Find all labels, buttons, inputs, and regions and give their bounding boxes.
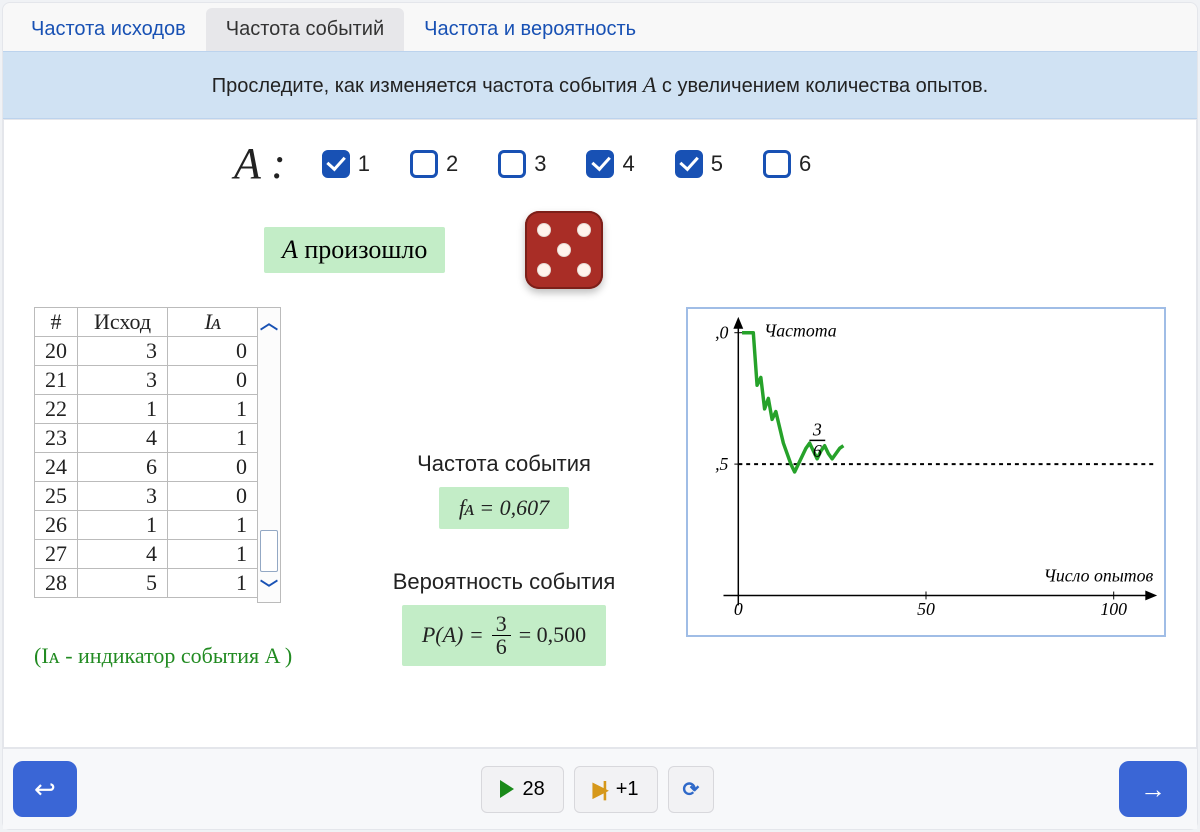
table-row: 2741 <box>35 540 258 569</box>
play-button[interactable]: 28 <box>481 766 563 813</box>
frequency-value: fᴀ = 0,607 <box>439 487 569 529</box>
outcome-checkbox-5[interactable]: 5 <box>675 150 723 178</box>
svg-text:100: 100 <box>1100 599 1127 619</box>
bottom-bar: ↩ 28 ▶| +1 ⟳ → <box>3 748 1197 829</box>
table-row: 2130 <box>35 366 258 395</box>
table-row: 2530 <box>35 482 258 511</box>
table-row: 2341 <box>35 424 258 453</box>
task-banner: Проследите, как изменяется частота событ… <box>3 51 1197 119</box>
step-button[interactable]: ▶| +1 <box>574 766 658 813</box>
svg-text:3: 3 <box>812 419 822 439</box>
tab-frequency-probability[interactable]: Частота и вероятность <box>404 8 656 51</box>
reset-button[interactable]: ⟳ <box>668 766 715 813</box>
table-scrollbar[interactable]: ︿ ﹀ <box>257 307 281 603</box>
banner-pre: Проследите, как изменяется частота событ… <box>212 75 643 97</box>
tab-events-frequency[interactable]: Частота событий <box>206 8 404 51</box>
checkbox-icon <box>675 150 703 178</box>
event-A-label: A : <box>234 138 286 189</box>
back-button[interactable]: ↩ <box>13 761 77 817</box>
svg-text:,0: ,0 <box>715 323 728 343</box>
main-panel: A : 123456 A произошло # Исход Iᴀ <box>3 119 1197 748</box>
scroll-thumb[interactable] <box>260 530 278 572</box>
forward-button[interactable]: → <box>1119 761 1187 817</box>
svg-text:Частота: Частота <box>764 321 837 341</box>
frequency-label: Частота события <box>417 451 591 477</box>
table-row: 2611 <box>35 511 258 540</box>
svg-text:6: 6 <box>813 441 822 461</box>
scroll-up-icon[interactable]: ︿ <box>258 308 280 336</box>
table-row: 2030 <box>35 337 258 366</box>
svg-text:,5: ,5 <box>715 454 728 474</box>
outcome-checkbox-3[interactable]: 3 <box>498 150 546 178</box>
probability-value: P(A) = 36 = 0,500 <box>402 605 606 666</box>
outcome-checkbox-4[interactable]: 4 <box>586 150 634 178</box>
checkbox-icon <box>498 150 526 178</box>
outcomes-table: # Исход Iᴀ 20302130221123412460253026112… <box>34 307 334 603</box>
outcome-checkbox-6[interactable]: 6 <box>763 150 811 178</box>
tabs: Частота исходов Частота событий Частота … <box>3 3 1197 51</box>
outcome-checkbox-2[interactable]: 2 <box>410 150 458 178</box>
svg-text:50: 50 <box>917 599 935 619</box>
banner-A: A <box>643 72 656 97</box>
undo-icon: ↩ <box>34 776 56 802</box>
arrow-right-icon: → <box>1140 776 1166 802</box>
checkbox-icon <box>586 150 614 178</box>
table-row: 2460 <box>35 453 258 482</box>
outcome-checkbox-1[interactable]: 1 <box>322 150 370 178</box>
tab-outcomes-frequency[interactable]: Частота исходов <box>11 8 206 51</box>
indicator-legend: (Iᴀ - индикатор события A ) <box>34 643 334 669</box>
svg-text:0: 0 <box>734 599 743 619</box>
table-row: 2211 <box>35 395 258 424</box>
event-outcome-badge: A произошло <box>264 227 445 273</box>
scroll-down-icon[interactable]: ﹀ <box>258 574 280 602</box>
checkbox-icon <box>763 150 791 178</box>
probability-label: Вероятность события <box>393 569 616 595</box>
checkbox-icon <box>322 150 350 178</box>
play-icon <box>500 780 514 798</box>
banner-post: с увеличением количества опытов. <box>662 75 988 97</box>
event-definition: A : 1 2 3 4 5 6 <box>234 138 1166 189</box>
checkbox-icon <box>410 150 438 178</box>
dice-face <box>525 211 603 289</box>
refresh-icon: ⟳ <box>683 777 700 802</box>
svg-text:Число опытов: Число опытов <box>1044 566 1154 586</box>
frequency-chart: 0 50 100 ,0 ,5 Частота Число опытов <box>686 307 1166 637</box>
table-row: 2851 <box>35 569 258 598</box>
step-forward-icon: ▶| <box>593 777 602 802</box>
